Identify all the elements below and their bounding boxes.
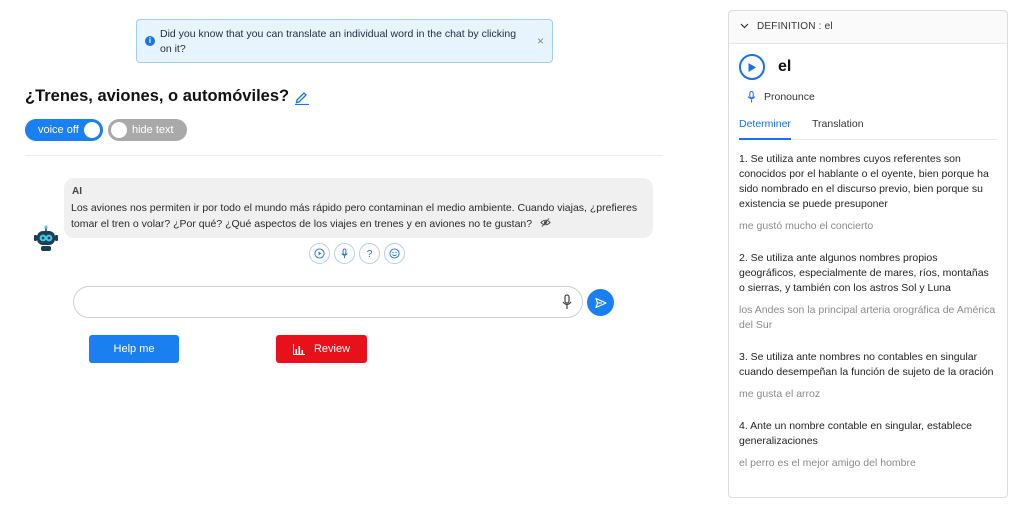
smiley-icon xyxy=(389,248,400,259)
hide-text-toggle-label: hide text xyxy=(132,124,174,136)
review-button[interactable]: Review xyxy=(276,335,367,363)
robot-avatar-icon xyxy=(34,225,58,251)
definition-word: el xyxy=(778,58,792,75)
send-button[interactable] xyxy=(587,289,614,316)
explain-button[interactable]: ? xyxy=(359,243,380,264)
definition-example: me gustó mucho el concierto xyxy=(739,220,874,232)
pronounce-label: Pronounce xyxy=(764,91,815,103)
microphone-icon[interactable] xyxy=(561,294,573,310)
tip-banner: i Did you know that you can translate an… xyxy=(136,19,553,63)
review-button-label: Review xyxy=(313,343,351,355)
pronounce-button[interactable]: Pronounce xyxy=(747,91,815,103)
tip-text: Did you know that you can translate an i… xyxy=(160,28,517,55)
close-icon[interactable]: × xyxy=(537,34,544,48)
play-icon xyxy=(748,62,756,72)
message-text: Los aviones nos permiten ir por todo el … xyxy=(71,200,645,232)
definition-text: 3. Se utiliza ante nombres no contables … xyxy=(739,351,994,378)
svg-text:?: ? xyxy=(367,249,373,259)
voice-toggle-knob xyxy=(84,122,100,138)
definition-panel-header[interactable]: DEFINITION : el xyxy=(729,11,1007,44)
tab-translation[interactable]: Translation xyxy=(812,118,864,130)
info-icon: i xyxy=(145,36,155,46)
definition-example: me gusta el arroz xyxy=(739,388,821,400)
help-me-button[interactable]: Help me xyxy=(89,335,179,363)
definition-list: 1. Se utiliza ante nombres cuyos referen… xyxy=(739,152,997,488)
message-body[interactable]: Los aviones nos permiten ir por todo el … xyxy=(71,202,637,230)
definition-text: 1. Se utiliza ante nombres cuyos referen… xyxy=(739,153,989,210)
microphone-icon xyxy=(341,248,348,259)
voice-toggle[interactable]: voice off xyxy=(25,119,103,141)
play-icon xyxy=(314,248,325,259)
lesson-title-row: ¿Trenes, aviones, o automóviles? xyxy=(25,87,310,106)
definition-tabs: Determiner Translation xyxy=(739,118,997,140)
definition-panel: DEFINITION : el el Pronounce Determiner … xyxy=(728,10,1008,498)
tab-determiner[interactable]: Determiner xyxy=(739,118,791,140)
question-icon: ? xyxy=(367,249,373,259)
bar-chart-icon xyxy=(292,343,305,355)
ai-message-bubble: AI Los aviones nos permiten ir por todo … xyxy=(64,178,653,238)
record-button[interactable] xyxy=(334,243,355,264)
definition-entry: 2. Se utiliza ante algunos nombres propi… xyxy=(739,251,997,333)
message-actions: ? xyxy=(309,243,405,264)
lesson-title: ¿Trenes, aviones, o automóviles? xyxy=(25,87,290,105)
definition-entry: 4. Ante un nombre contable en singular, … xyxy=(739,419,997,471)
message-composer xyxy=(73,286,583,318)
definition-entry: 3. Se utiliza ante nombres no contables … xyxy=(739,350,997,402)
eye-slash-icon[interactable] xyxy=(540,217,551,228)
definition-header-title: DEFINITION : el xyxy=(757,21,833,32)
definition-text: 4. Ante un nombre contable en singular, … xyxy=(739,420,972,447)
definition-text: 2. Se utiliza ante algunos nombres propi… xyxy=(739,252,989,294)
send-icon xyxy=(594,297,607,308)
play-word-button[interactable] xyxy=(739,54,765,80)
play-message-button[interactable] xyxy=(309,243,330,264)
chevron-down-icon[interactable] xyxy=(740,23,749,29)
definition-entry: 1. Se utiliza ante nombres cuyos referen… xyxy=(739,152,997,234)
message-input[interactable] xyxy=(86,293,546,313)
hide-text-toggle[interactable]: hide text xyxy=(108,119,187,141)
hide-text-toggle-knob xyxy=(111,122,127,138)
microphone-icon xyxy=(747,91,756,103)
feedback-button[interactable] xyxy=(384,243,405,264)
pencil-icon[interactable] xyxy=(295,89,310,105)
voice-toggle-label: voice off xyxy=(38,124,79,136)
divider xyxy=(25,155,663,156)
message-author: AI xyxy=(72,186,82,197)
definition-example: los Andes son la principal arteria orogr… xyxy=(739,304,996,331)
definition-example: el perro es el mejor amigo del hombre xyxy=(739,457,916,469)
